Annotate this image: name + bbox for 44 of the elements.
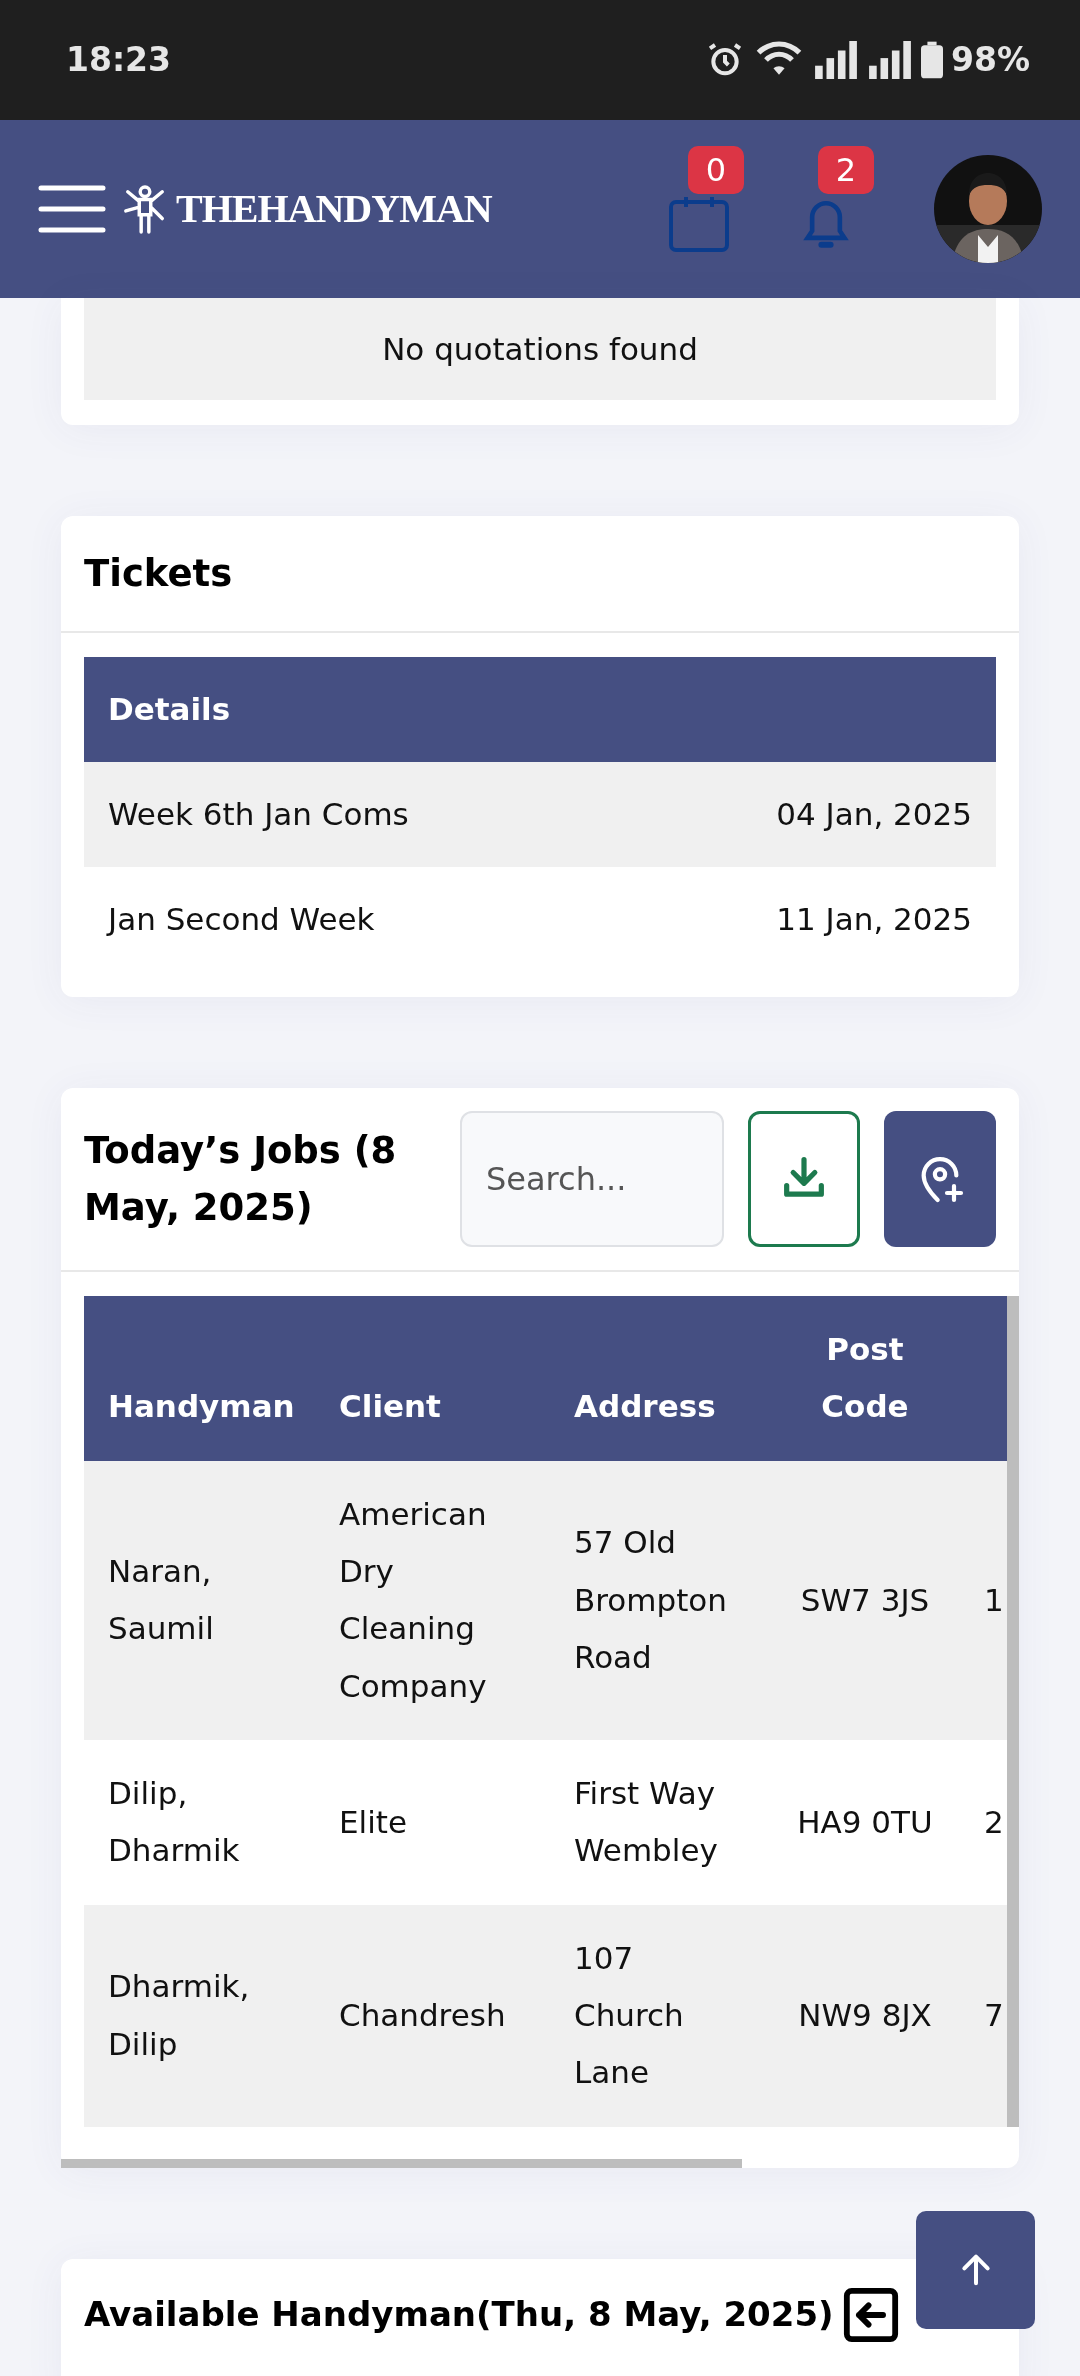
card-title: Tickets xyxy=(84,550,233,597)
scroll-top-button[interactable] xyxy=(916,2211,1035,2329)
battery-icon xyxy=(921,41,943,79)
search-field[interactable]: Search... xyxy=(460,1111,724,1247)
table-cell: 107 Church Lane xyxy=(550,1904,770,2127)
table-cell: 11 Jan, 2025 xyxy=(620,867,996,972)
download-button[interactable] xyxy=(748,1111,860,1247)
table-cell: American Dry Cleaning Company xyxy=(315,1460,550,1741)
table-cell: SW7 3JS xyxy=(770,1460,960,1741)
table-cell: HA9 0TU xyxy=(770,1740,960,1905)
table-cell: 57 Old Brompton Road xyxy=(550,1460,770,1741)
table-cell: First Way Wembley xyxy=(550,1740,770,1905)
card-title: Available Handyman(Thu, 8 May, 2025) xyxy=(84,2293,834,2337)
table-cell: 7 xyxy=(960,1904,1007,2127)
menu-button[interactable] xyxy=(38,183,106,235)
column-header: Handyman xyxy=(84,1296,315,1461)
column-header: Details xyxy=(84,657,996,762)
table-cell: NW9 8JX xyxy=(770,1904,960,2127)
back-button[interactable] xyxy=(841,2285,900,2344)
table-cell: 1 xyxy=(960,1460,1007,1741)
table-cell: 2 xyxy=(960,1740,1007,1905)
clock-text: 18:23 xyxy=(66,39,172,82)
table-cell: 04 Jan, 2025 xyxy=(620,762,996,867)
column-header: Post Code xyxy=(770,1296,960,1461)
table-cell: Elite xyxy=(315,1740,550,1905)
empty-message: No quotations found xyxy=(382,329,698,369)
menu-icon xyxy=(38,183,106,235)
table-cell: Naran, Saumil xyxy=(84,1460,315,1741)
signal-icon xyxy=(813,41,859,79)
card-title: Today’s Jobs (8 May, 2025) xyxy=(84,1127,398,1231)
count-badge: 2 xyxy=(818,146,874,194)
back-icon xyxy=(841,2285,900,2344)
table-cell: Chandresh xyxy=(315,1904,550,2127)
battery-text: 98% xyxy=(951,39,1030,82)
table-cell: Jan Second Week xyxy=(84,867,621,972)
brand-name: THEHANDYMAN xyxy=(176,185,492,233)
table-cell: Week 6th Jan Coms xyxy=(84,762,621,867)
table-cell: Dilip, Dharmik xyxy=(84,1740,315,1905)
signal-icon xyxy=(867,41,913,79)
column-header: Client xyxy=(315,1296,550,1461)
column-header: Address xyxy=(550,1296,770,1461)
count-badge: 0 xyxy=(688,146,744,194)
add-location-button[interactable] xyxy=(884,1111,996,1247)
table-cell: Dharmik, Dilip xyxy=(84,1904,315,2127)
